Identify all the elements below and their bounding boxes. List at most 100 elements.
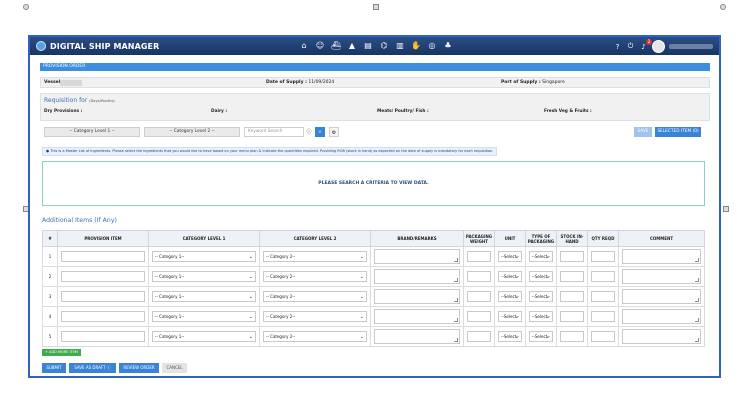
chevron-down-icon: ⌄	[248, 254, 253, 260]
logo-icon	[36, 41, 46, 51]
analytics-icon[interactable]: ▥	[394, 40, 406, 52]
unit-select[interactable]: --Select-- ⌄	[494, 246, 526, 267]
category-1-select[interactable]: -- Category 1-- ⌄	[148, 306, 260, 327]
provision-item-input[interactable]	[57, 286, 149, 307]
comment-textarea[interactable]	[618, 246, 705, 267]
brand-remarks-textarea[interactable]	[370, 246, 464, 267]
add-more-item-button[interactable]: + ADD MORE ITEM	[42, 349, 81, 356]
provision-item-input[interactable]	[57, 326, 149, 347]
power-icon[interactable]: ⏻	[626, 42, 635, 51]
review-order-button[interactable]: REVIEW ORDER	[119, 363, 159, 373]
stock-in-hand-input[interactable]	[556, 306, 588, 327]
packaging-type-select[interactable]: --Select-- ⌄	[525, 246, 557, 267]
unit-select[interactable]: --Select-- ⌄	[494, 306, 526, 327]
cancel-button[interactable]: CANCEL	[162, 363, 187, 373]
save-button[interactable]: SAVE	[634, 127, 652, 137]
category-1-select[interactable]: -- Category 1-- ⌄	[148, 286, 260, 307]
packaging-type-select[interactable]: --Select-- ⌄	[525, 306, 557, 327]
category-2-select[interactable]: -- Category 2-- ⌄	[259, 266, 371, 287]
chevron-down-icon: ⌄	[514, 294, 519, 300]
packaging-type-select[interactable]: --Select-- ⌄	[525, 326, 557, 347]
resize-handle-top[interactable]	[373, 4, 379, 10]
provision-item-input[interactable]	[57, 246, 149, 267]
comment-textarea[interactable]	[618, 306, 705, 327]
port-of-supply: Port of Supply : Singapore	[501, 80, 565, 85]
chevron-down-icon: ⌄	[359, 314, 364, 320]
chart-icon[interactable]: ▲	[346, 40, 358, 52]
col-packaging-weight: PACKAGING WEIGHT	[463, 230, 495, 247]
chevron-down-icon: ⌄	[545, 314, 550, 320]
selected-items-button[interactable]: SELECTED ITEM (0)	[655, 127, 701, 137]
qty-reqd-input[interactable]	[587, 286, 619, 307]
crew-icon[interactable]: ☺	[314, 40, 326, 52]
document-icon[interactable]: ▤	[362, 40, 374, 52]
search-button[interactable]: ⌕	[315, 127, 325, 137]
resize-handle-right[interactable]	[723, 206, 729, 212]
col-category-2: CATEGORY LEVEL 2	[259, 230, 371, 247]
col-comment: COMMENT	[618, 230, 705, 247]
brand-remarks-textarea[interactable]	[370, 286, 464, 307]
keyword-search-input[interactable]: Keyword Search	[244, 127, 304, 137]
ship-icon[interactable]: ⛴	[330, 40, 342, 52]
category-2-select[interactable]: -- Category 2-- ⌄	[259, 326, 371, 347]
comment-textarea[interactable]	[618, 326, 705, 347]
unit-select[interactable]: --Select-- ⌄	[494, 286, 526, 307]
help-icon[interactable]: ?	[613, 43, 622, 51]
qty-reqd-input[interactable]	[587, 246, 619, 267]
unit-select[interactable]: --Select-- ⌄	[494, 326, 526, 347]
category-2-select[interactable]: -- Category 2-- ⌄	[259, 246, 371, 267]
stock-in-hand-input[interactable]	[556, 286, 588, 307]
avatar[interactable]	[652, 40, 665, 53]
packaging-weight-input[interactable]	[463, 306, 495, 327]
packaging-type-select[interactable]: --Select-- ⌄	[525, 286, 557, 307]
chevron-down-icon: ⌄	[545, 254, 550, 260]
table-row: 2 -- Category 1-- ⌄ -- Category 2-- ⌄ --Selec…	[42, 266, 705, 287]
settings-button[interactable]: ⚙	[329, 127, 339, 137]
category-1-select[interactable]: -- Category 1-- ⌄	[148, 326, 260, 347]
comment-textarea[interactable]	[618, 286, 705, 307]
packaging-weight-input[interactable]	[463, 286, 495, 307]
category-1-select[interactable]: -- Category 1-- ⌄	[148, 266, 260, 287]
stock-in-hand-input[interactable]	[556, 246, 588, 267]
save-as-draft-button[interactable]: SAVE AS DRAFT ⓘ	[69, 363, 116, 373]
resize-handle-top-left[interactable]	[23, 4, 29, 10]
order-info-row: Vessel: Date of Supply : 11/09/2024 Port…	[40, 77, 710, 88]
category-1-select[interactable]: -- Category 1-- ⌄	[148, 246, 260, 267]
additional-items-title: Additional Items (If Any)	[42, 217, 117, 224]
home-icon[interactable]: ⌂	[298, 40, 310, 52]
org-icon[interactable]: ♣	[442, 40, 454, 52]
stock-in-hand-input[interactable]	[556, 266, 588, 287]
category-2-select[interactable]: -- Category 2-- ⌄	[259, 306, 371, 327]
submit-button[interactable]: SUBMIT	[42, 363, 66, 373]
provision-item-input[interactable]	[57, 306, 149, 327]
col-qty-reqd: QTY REQD	[587, 230, 619, 247]
packaging-weight-input[interactable]	[463, 266, 495, 287]
comment-textarea[interactable]	[618, 266, 705, 287]
bank-icon[interactable]: ⌬	[378, 40, 390, 52]
chevron-down-icon: ⌄	[248, 314, 253, 320]
category-2-select[interactable]: -- Category 2-- ⌄	[259, 286, 371, 307]
table-row: 5 -- Category 1-- ⌄ -- Category 2-- ⌄ --Selec…	[42, 326, 705, 347]
unit-select[interactable]: --Select-- ⌄	[494, 266, 526, 287]
provision-item-input[interactable]	[57, 266, 149, 287]
qty-reqd-input[interactable]	[587, 306, 619, 327]
qty-reqd-input[interactable]	[587, 266, 619, 287]
brand-remarks-textarea[interactable]	[370, 326, 464, 347]
dry-provisions-label: Dry Provisions :	[44, 109, 83, 114]
chevron-down-icon: ⌄	[514, 334, 519, 340]
hand-icon[interactable]: ✋	[410, 40, 422, 52]
qty-reqd-input[interactable]	[587, 326, 619, 347]
brand-remarks-textarea[interactable]	[370, 306, 464, 327]
category-level-1-select[interactable]: -- Category Level 1 --	[44, 127, 140, 137]
packaging-type-select[interactable]: --Select-- ⌄	[525, 266, 557, 287]
brand-remarks-textarea[interactable]	[370, 266, 464, 287]
category-level-2-select[interactable]: -- Category Level 2 --	[144, 127, 240, 137]
packaging-weight-input[interactable]	[463, 326, 495, 347]
resize-handle-top-right[interactable]	[720, 4, 726, 10]
chevron-down-icon: ⌄	[514, 314, 519, 320]
packaging-weight-input[interactable]	[463, 246, 495, 267]
chevron-down-icon: ⌄	[514, 254, 519, 260]
compass-icon[interactable]: ◎	[426, 40, 438, 52]
notification-icon[interactable]: ♪ 2	[639, 38, 652, 51]
stock-in-hand-input[interactable]	[556, 326, 588, 347]
